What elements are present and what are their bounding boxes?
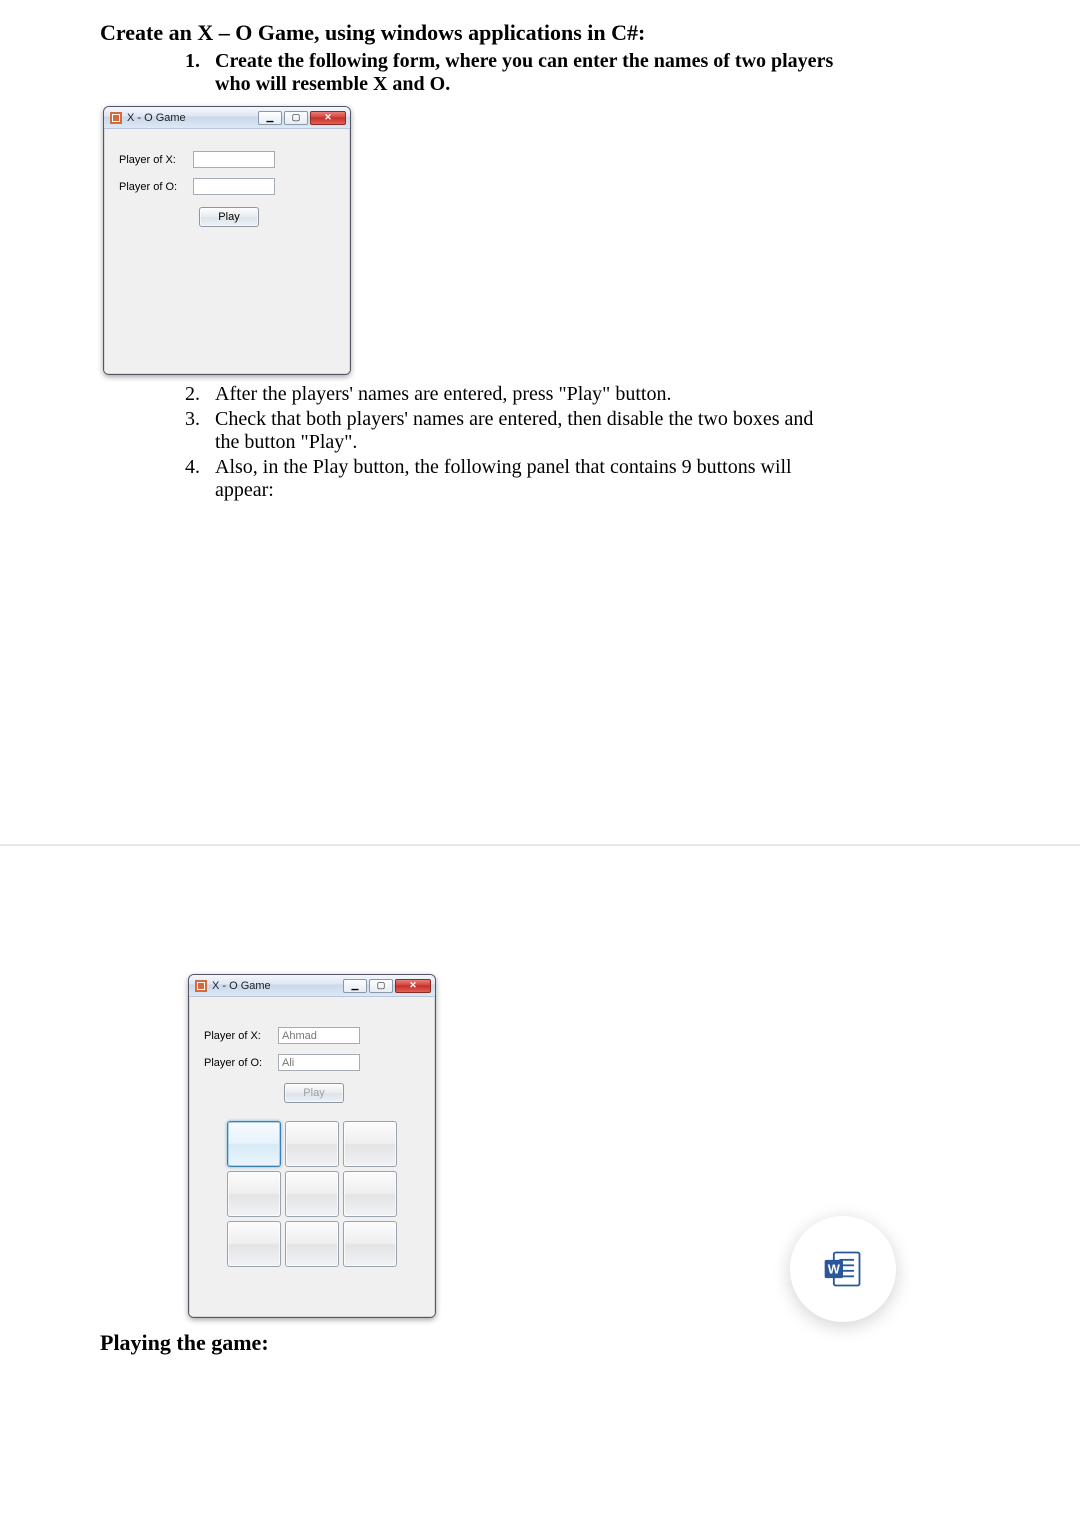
game-grid <box>204 1121 420 1267</box>
game-cell-9[interactable] <box>343 1221 397 1267</box>
titlebar: X - O Game ▁ ▢ ✕ <box>104 107 350 129</box>
minimize-icon: ▁ <box>267 113 274 122</box>
list-number: 3. <box>185 408 215 454</box>
client-area: Player of X: Player of O: Play <box>104 129 350 374</box>
label-player-x: Player of X: <box>119 154 187 166</box>
maximize-button[interactable]: ▢ <box>369 979 393 993</box>
window-buttons: ▁ ▢ ✕ <box>256 111 346 125</box>
label-player-o: Player of O: <box>119 181 187 193</box>
list-text: Create the following form, where you can… <box>215 50 835 96</box>
close-button[interactable]: ✕ <box>310 111 346 125</box>
page-title: Create an X – O Game, using windows appl… <box>100 20 980 46</box>
window-buttons: ▁ ▢ ✕ <box>341 979 431 993</box>
list-text: Also, in the Play button, the following … <box>215 456 835 502</box>
list-number: 1. <box>185 50 215 96</box>
player-x-input <box>278 1027 360 1044</box>
play-wrap: Play <box>199 207 335 227</box>
winform-filled: X - O Game ▁ ▢ ✕ Player of X: Player of … <box>188 974 436 1318</box>
list-item: 4. Also, in the Play button, the followi… <box>185 456 980 502</box>
game-cell-7[interactable] <box>227 1221 281 1267</box>
list-text: Check that both players' names are enter… <box>215 408 835 454</box>
list-number: 4. <box>185 456 215 502</box>
label-player-o: Player of O: <box>204 1057 272 1069</box>
play-label: Play <box>303 1087 324 1099</box>
winform-empty: X - O Game ▁ ▢ ✕ Player of X: Player of … <box>103 106 351 375</box>
word-fab-button[interactable]: W <box>790 1216 896 1322</box>
list-text: After the players' names are entered, pr… <box>215 383 671 406</box>
player-o-input <box>278 1054 360 1071</box>
ordered-list-cont: 2. After the players' names are entered,… <box>100 383 980 502</box>
ordered-list: 1. Create the following form, where you … <box>100 50 980 96</box>
window-title: X - O Game <box>212 980 341 992</box>
game-cell-3[interactable] <box>343 1121 397 1167</box>
game-cell-4[interactable] <box>227 1171 281 1217</box>
page-break <box>0 844 1080 954</box>
svg-text:W: W <box>828 1262 841 1277</box>
window-title: X - O Game <box>127 112 256 124</box>
game-cell-8[interactable] <box>285 1221 339 1267</box>
row-player-x: Player of X: <box>119 151 335 168</box>
game-cell-1[interactable] <box>227 1121 281 1167</box>
close-button[interactable]: ✕ <box>395 979 431 993</box>
minimize-icon: ▁ <box>352 981 359 990</box>
app-icon <box>195 980 207 992</box>
play-button: Play <box>284 1083 344 1103</box>
app-icon <box>110 112 122 124</box>
game-cell-2[interactable] <box>285 1121 339 1167</box>
close-icon: ✕ <box>409 981 417 990</box>
titlebar: X - O Game ▁ ▢ ✕ <box>189 975 435 997</box>
row-player-o: Player of O: <box>204 1054 420 1071</box>
list-number: 2. <box>185 383 215 406</box>
row-player-x: Player of X: <box>204 1027 420 1044</box>
word-icon: W <box>821 1247 865 1291</box>
maximize-button[interactable]: ▢ <box>284 111 308 125</box>
play-label: Play <box>218 211 239 223</box>
play-button[interactable]: Play <box>199 207 259 227</box>
document-page-2: X - O Game ▁ ▢ ✕ Player of X: Player of … <box>0 954 1080 1396</box>
game-cell-5[interactable] <box>285 1171 339 1217</box>
list-item: 1. Create the following form, where you … <box>185 50 980 96</box>
list-item: 2. After the players' names are entered,… <box>185 383 980 406</box>
close-icon: ✕ <box>324 113 332 122</box>
label-player-x: Player of X: <box>204 1030 272 1042</box>
maximize-icon: ▢ <box>292 113 301 122</box>
player-o-input[interactable] <box>193 178 275 195</box>
section-heading: Playing the game: <box>100 1330 980 1356</box>
list-item: 3. Check that both players' names are en… <box>185 408 980 454</box>
minimize-button[interactable]: ▁ <box>258 111 282 125</box>
player-x-input[interactable] <box>193 151 275 168</box>
document-page: Create an X – O Game, using windows appl… <box>0 0 1080 544</box>
minimize-button[interactable]: ▁ <box>343 979 367 993</box>
play-wrap: Play <box>284 1083 420 1103</box>
row-player-o: Player of O: <box>119 178 335 195</box>
maximize-icon: ▢ <box>377 981 386 990</box>
game-cell-6[interactable] <box>343 1171 397 1217</box>
client-area: Player of X: Player of O: Play <box>189 997 435 1317</box>
